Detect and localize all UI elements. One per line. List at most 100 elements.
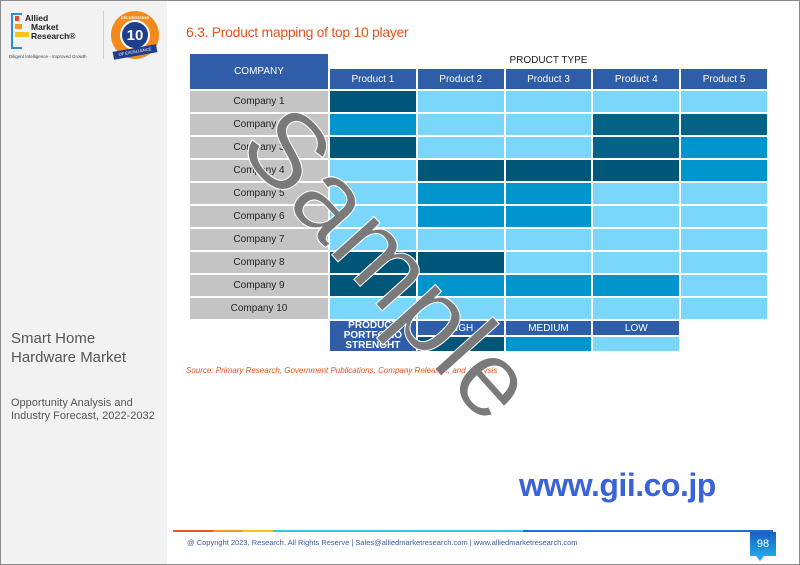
strength-cell-medium [505,183,592,204]
strength-cell-medium [681,137,767,158]
sidebar: Allied Market Research® Diligent Intelli… [1,1,167,564]
logo-text-research: Research® [31,31,76,41]
strength-cell-high [417,252,504,273]
badge-top-text: CELEBRATING [120,15,150,20]
footer-color-line [173,530,773,532]
logo-bar-red [15,16,19,21]
strength-cell-medium [593,275,680,296]
strength-cell-low [505,91,592,112]
strength-cell-low [417,137,504,158]
strength-cell-high [330,137,416,158]
footer-copyright: @ Copyright 2023, Research. All Rights R… [187,538,578,547]
table-row: Company 2 [190,114,767,135]
legend-swatch-medium [505,337,592,351]
gii-url[interactable]: www.gii.co.jp [519,467,716,504]
strength-cell-low [681,298,767,319]
strength-cell-low [330,160,416,181]
strength-cell-medium [505,206,592,227]
strength-cell-low [505,114,592,135]
strength-cell-low [681,275,767,296]
strength-cell-medium [681,160,767,181]
strength-cell-low [593,298,680,319]
product-header: Product 5 [681,69,767,89]
allied-market-research-logo: Allied Market Research® Diligent Intelli… [9,11,99,59]
strength-cell-low [593,91,680,112]
product-mapping-table: COMPANY PRODUCT TYPE Product 1 Product 2P… [188,52,769,353]
product-header: Product 2 [417,69,504,89]
product-header: Product 3 [505,69,592,89]
table-row: Company 9 [190,275,767,296]
company-name: Company 3 [190,137,328,158]
strength-cell-high [330,91,416,112]
company-name: Company 7 [190,229,328,250]
strength-cell-low [593,252,680,273]
strength-cell-low [681,91,767,112]
footer-line-segment [273,530,523,532]
table-row: Company 4 [190,160,767,181]
strength-cell-low [593,229,680,250]
table-row: Company 10 [190,298,767,319]
company-name: Company 5 [190,183,328,204]
strength-cell-low [593,183,680,204]
strength-cell-medium [417,183,504,204]
strength-cell-high [593,114,680,135]
company-name: Company 1 [190,91,328,112]
market-title: Smart Home Hardware Market [11,330,127,366]
table-row: Company 6 [190,206,767,227]
strength-cell-low [330,229,416,250]
footer-line-segment [523,530,773,532]
strength-cell-medium [417,275,504,296]
strength-cell-low [505,298,592,319]
page-number-badge: 98 [750,532,776,561]
legend-key-low: LOW [593,321,680,335]
strength-cell-high [593,160,680,181]
strength-cell-low [417,229,504,250]
strength-cell-low [417,114,504,135]
strength-cell-low [505,252,592,273]
strength-cell-low [330,206,416,227]
legend-spacer [681,337,767,351]
logo-tagline: Diligent Intelligence - Improved Growth [9,54,87,59]
company-name: Company 10 [190,298,328,319]
table-row: Company 5 [190,183,767,204]
company-name: Company 9 [190,275,328,296]
strength-cell-low [417,91,504,112]
report-page: Allied Market Research® Diligent Intelli… [0,0,800,565]
company-column-header: COMPANY [190,54,328,89]
strength-cell-high [417,160,504,181]
legend-key-medium: MEDIUM [505,321,592,335]
legend-swatch-high [417,337,504,351]
strength-cell-low [505,229,592,250]
strength-cell-high [330,275,416,296]
strength-cell-low [330,183,416,204]
strength-cell-high [505,160,592,181]
strength-cell-low [417,298,504,319]
company-name: Company 6 [190,206,328,227]
strength-cell-low [681,229,767,250]
legend-spacer [681,321,767,335]
footer-line-segment [213,530,243,532]
company-name: Company 4 [190,160,328,181]
source-note: Source: Primary Research, Government Pub… [186,366,498,375]
strength-cell-high [593,137,680,158]
celebrating-10-years-badge: CELEBRATING 10 OF EXCELLENCE [111,11,159,60]
strength-cell-low [681,252,767,273]
market-subtitle: Opportunity Analysis and Industry Foreca… [11,397,155,422]
strength-cell-low [593,206,680,227]
logo-divider [103,11,104,59]
strength-cell-low [505,137,592,158]
legend-blank [190,321,328,351]
footer-line-segment [173,530,213,532]
strength-cell-high [330,252,416,273]
legend-swatch-low [593,337,680,351]
logo-bar-orange [15,24,22,29]
company-name: Company 8 [190,252,328,273]
section-title: 6.3. Product mapping of top 10 player [186,24,409,40]
strength-cell-low [330,298,416,319]
strength-cell-low [681,206,767,227]
product-type-header: PRODUCT TYPE [330,54,767,67]
strength-cell-medium [330,114,416,135]
strength-cell-medium [417,206,504,227]
table-row: Company 7 [190,229,767,250]
product-header: Product 4 [593,69,680,89]
